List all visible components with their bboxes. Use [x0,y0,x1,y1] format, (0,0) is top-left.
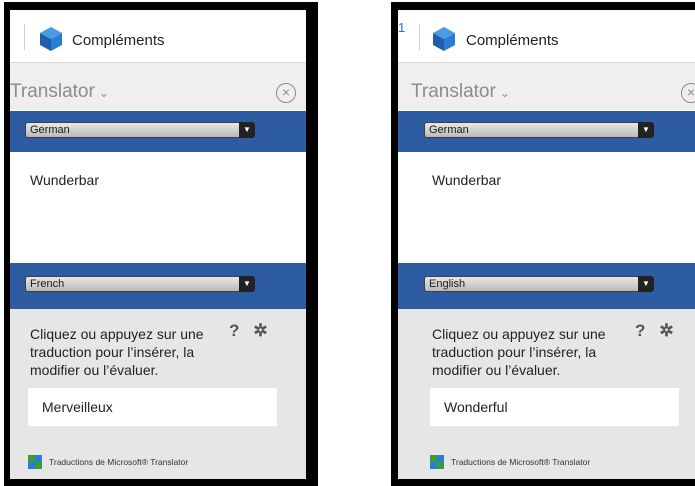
dropdown-arrow-icon: ▼ [239,122,255,138]
dropdown-arrow-icon: ▼ [638,276,654,292]
target-language-band: French ▼ [10,263,306,309]
source-language-value: German [429,124,469,136]
target-language-band: English ▼ [398,263,695,309]
translation-result[interactable]: Wonderful [430,388,679,426]
addins-title[interactable]: Compléments [72,32,165,49]
app-name: Translator [10,81,95,102]
source-text-area[interactable]: Wunderbar [398,152,695,263]
app-name-dropdown[interactable]: Translator ⌄ [411,81,510,103]
results-area: ? ✲ Cliquez ou appuyez sur une traduction… [10,309,306,479]
translator-header: Translator ⌄ × [10,63,306,110]
source-language-select[interactable]: German ▼ [25,122,255,138]
app-name: Translator [411,81,496,102]
translator-screenshot-right: 1 Compléments Translator ⌄ × German ▼ Wun… [391,2,695,486]
translator-screenshot-left: Compléments Translator ⌄ × German ▼ Wunde… [4,2,318,486]
notification-superscript: 1 [398,20,406,35]
target-language-select[interactable]: French ▼ [25,276,255,292]
chevron-down-icon: ⌄ [98,86,109,100]
source-text: Wunderbar [432,172,502,188]
footer: Traductions de Microsoft® Translator [430,455,590,469]
microsoft-translator-logo-icon [28,455,42,469]
dropdown-arrow-icon: ▼ [638,122,654,138]
topbar: Compléments [10,10,306,63]
source-language-band: German ▼ [10,111,306,152]
close-icon[interactable]: × [681,83,695,103]
translator-header: Translator ⌄ × [398,63,695,110]
footer: Traductions de Microsoft® Translator [28,455,188,469]
results-area: ? ✲ Cliquez ou appuyez sur une traduction… [398,309,695,479]
source-language-value: German [30,124,70,136]
target-language-value: English [429,278,466,290]
settings-gear-icon[interactable]: ✲ [253,321,267,340]
translation-result[interactable]: Merveilleux [28,388,277,426]
settings-gear-icon[interactable]: ✲ [659,321,673,340]
topbar: 1 Compléments [398,10,695,63]
microsoft-translator-logo-icon [430,455,444,469]
addin-pane: Compléments Translator ⌄ × German ▼ Wunde… [10,10,306,479]
source-text-area[interactable]: Wunderbar [10,152,306,263]
app-name-dropdown[interactable]: Translator ⌄ [10,81,109,103]
results-tools: ? ✲ [229,321,268,341]
addins-title[interactable]: Compléments [466,32,559,49]
office-addins-cube-icon [40,27,62,51]
close-icon[interactable]: × [276,83,296,103]
source-text: Wunderbar [30,172,100,188]
dropdown-arrow-icon: ▼ [239,276,255,292]
source-language-band: German ▼ [398,111,695,152]
help-icon[interactable]: ? [229,321,239,340]
chevron-down-icon: ⌄ [499,86,510,100]
target-language-value: French [30,278,65,290]
target-language-select[interactable]: English ▼ [424,276,654,292]
footer-text[interactable]: Traductions de Microsoft® Translator [49,457,188,467]
footer-text[interactable]: Traductions de Microsoft® Translator [451,457,590,467]
divider [419,24,420,50]
office-addins-cube-icon [433,27,455,51]
help-icon[interactable]: ? [635,321,645,340]
divider [24,24,25,50]
source-language-select[interactable]: German ▼ [424,122,654,138]
instructions-text: Cliquez ou appuyez sur une traduction po… [30,326,204,378]
instructions-text: Cliquez ou appuyez sur une traduction po… [432,326,606,378]
results-tools: ? ✲ [635,321,674,341]
addin-pane: 1 Compléments Translator ⌄ × German ▼ Wun… [398,10,695,479]
